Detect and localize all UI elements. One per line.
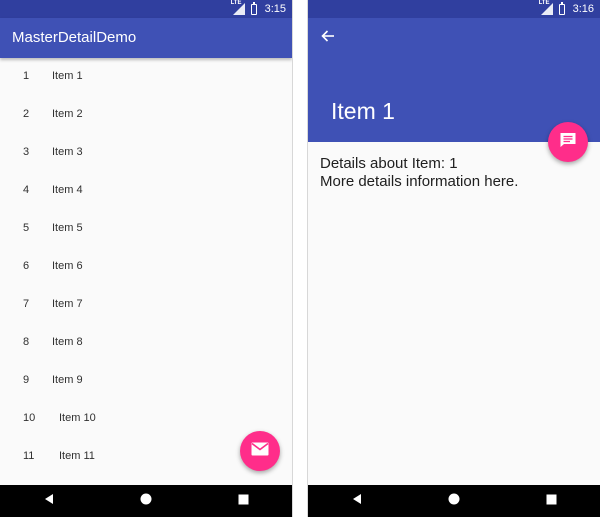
status-bar: LTE 3:16 xyxy=(308,0,600,18)
item-number: 3 xyxy=(23,146,30,158)
item-label: Item 2 xyxy=(52,108,83,120)
item-list: 1 Item 1 2 Item 2 3 Item 3 4 Item 4 5 It… xyxy=(0,57,292,475)
item-number: 5 xyxy=(23,222,30,234)
item-number: 11 xyxy=(23,450,35,462)
item-label: Item 5 xyxy=(52,222,83,234)
item-number: 7 xyxy=(23,298,30,310)
item-label: Item 8 xyxy=(52,336,83,348)
item-number: 9 xyxy=(23,374,30,386)
item-number: 2 xyxy=(23,108,30,120)
item-label: Item 4 xyxy=(52,184,83,196)
nav-back-button[interactable] xyxy=(34,491,64,511)
nav-home-button[interactable] xyxy=(439,491,469,511)
arrow-back-icon xyxy=(321,29,335,47)
detail-app-bar: Item 1 xyxy=(308,18,600,142)
item-label: Item 6 xyxy=(52,260,83,272)
list-item[interactable]: 5 Item 5 xyxy=(0,209,292,247)
recents-square-icon xyxy=(238,492,249,510)
back-triangle-icon xyxy=(351,492,363,510)
item-number: 8 xyxy=(23,336,30,348)
item-label: Item 9 xyxy=(52,374,83,386)
details-line-2: More details information here. xyxy=(320,173,519,190)
list-item[interactable]: 4 Item 4 xyxy=(0,171,292,209)
app-title: MasterDetailDemo xyxy=(12,29,137,46)
details-line-1: Details about Item: 1 xyxy=(320,155,458,172)
battery-icon xyxy=(250,1,257,15)
message-fab-button[interactable] xyxy=(548,122,588,162)
list-item[interactable]: 10 Item 10 xyxy=(0,399,292,437)
signal-icon: LTE xyxy=(231,0,245,15)
item-label: Item 11 xyxy=(59,450,95,462)
app-bar: MasterDetailDemo xyxy=(0,18,292,58)
nav-recents-button[interactable] xyxy=(228,491,258,511)
nav-back-button[interactable] xyxy=(342,491,372,511)
status-time: 3:15 xyxy=(264,3,286,15)
detail-screen: LTE 3:16 Item 1 Details about Item: 1 Mo… xyxy=(308,0,600,517)
recents-square-icon xyxy=(546,492,557,510)
status-bar: LTE 3:15 xyxy=(0,0,292,18)
signal-icon: LTE xyxy=(539,0,553,15)
list-item[interactable]: 7 Item 7 xyxy=(0,285,292,323)
list-item[interactable]: 3 Item 3 xyxy=(0,133,292,171)
item-label: Item 3 xyxy=(52,146,83,158)
master-list-screen: LTE 3:15 MasterDetailDemo 1 Item 1 2 Ite… xyxy=(0,0,292,517)
back-triangle-icon xyxy=(43,492,55,510)
item-label: Item 1 xyxy=(52,70,83,82)
navigation-bar xyxy=(308,485,600,517)
nav-recents-button[interactable] xyxy=(536,491,566,511)
item-number: 4 xyxy=(23,184,30,196)
detail-title: Item 1 xyxy=(331,98,395,124)
item-label: Item 7 xyxy=(52,298,83,310)
item-number: 6 xyxy=(23,260,30,272)
home-circle-icon xyxy=(140,492,152,510)
status-time: 3:16 xyxy=(572,3,594,15)
nav-home-button[interactable] xyxy=(131,491,161,511)
list-item[interactable]: 6 Item 6 xyxy=(0,247,292,285)
item-number: 10 xyxy=(23,412,36,424)
mail-icon xyxy=(251,442,269,461)
message-icon xyxy=(559,132,577,153)
email-fab-button[interactable] xyxy=(240,431,280,471)
list-item[interactable]: 1 Item 1 xyxy=(0,57,292,95)
detail-content: Details about Item: 1 More details infor… xyxy=(320,155,518,191)
list-item[interactable]: 8 Item 8 xyxy=(0,323,292,361)
back-button[interactable] xyxy=(316,28,340,48)
item-number: 1 xyxy=(23,70,30,82)
battery-icon xyxy=(558,1,565,15)
navigation-bar xyxy=(0,485,292,517)
list-item[interactable]: 9 Item 9 xyxy=(0,361,292,399)
home-circle-icon xyxy=(448,492,460,510)
list-item[interactable]: 2 Item 2 xyxy=(0,95,292,133)
item-label: Item 10 xyxy=(59,412,96,424)
